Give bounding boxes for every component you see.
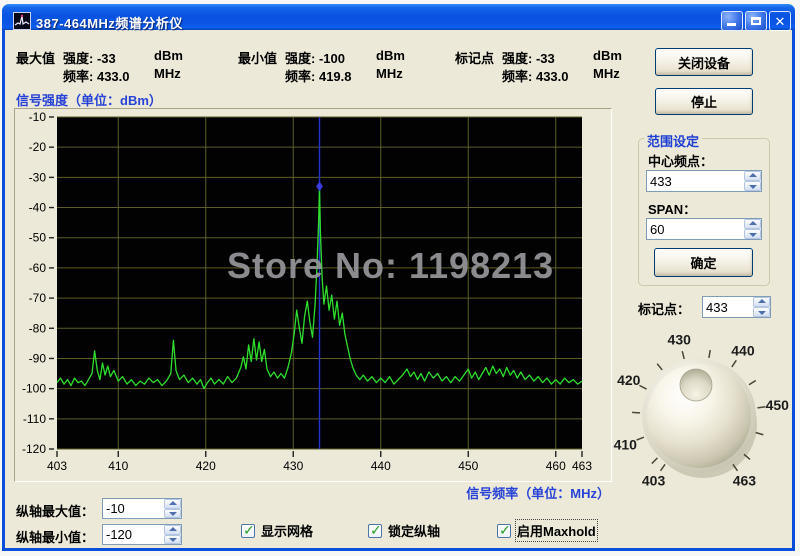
svg-text:-110: -110: [23, 412, 46, 426]
center-freq-input[interactable]: [647, 171, 744, 191]
readout-max-strength-unit: dBm: [154, 48, 183, 63]
lock-y-axis-checkbox-box[interactable]: [368, 522, 382, 539]
minimize-icon: [727, 23, 736, 26]
readout-marker-strength-unit: dBm: [593, 48, 622, 63]
show-grid-checkbox-label: 显示网格: [261, 524, 314, 539]
readout-min-strength: 强度: -100: [285, 51, 345, 66]
show-grid-checkbox-box[interactable]: [241, 522, 255, 539]
lock-y-axis-checkbox-label: 锁定纵轴: [388, 524, 441, 539]
maximize-icon: [751, 17, 761, 25]
range-group-title: 范围设定: [644, 131, 703, 150]
enable-maxhold-checkbox-box[interactable]: [497, 522, 511, 539]
svg-text:460: 460: [546, 459, 566, 473]
svg-text:420: 420: [196, 459, 216, 473]
svg-text:463: 463: [572, 459, 592, 473]
frequency-knob-dial[interactable]: 403 410 420 430 440 450 463: [599, 316, 799, 516]
svg-text:-10: -10: [29, 110, 47, 124]
stop-button[interactable]: 停止: [655, 88, 753, 115]
readout-marker-strength: 强度: -33: [502, 51, 555, 66]
x-axis-title: 信号频率（单位：MHz）: [466, 486, 610, 501]
readout-max-strength: 强度: -33: [63, 51, 116, 66]
svg-text:440: 440: [731, 342, 755, 358]
enable-maxhold-checkbox[interactable]: 启用Maxhold: [497, 519, 598, 542]
center-freq-label: 中心频点：: [648, 154, 714, 169]
lock-y-axis-checkbox[interactable]: 锁定纵轴: [368, 521, 440, 540]
y-min-label: 纵轴最小值：: [16, 530, 95, 545]
y-axis-title: 信号强度（单位：dBm）: [16, 93, 162, 108]
readout-min-freq: 频率: 419.8: [285, 69, 352, 84]
center-freq-up-button[interactable]: [744, 171, 761, 181]
y-max-input[interactable]: [103, 499, 164, 518]
svg-text:450: 450: [766, 397, 790, 413]
frequency-knob[interactable]: 403 410 420 430 440 450 463: [599, 316, 799, 516]
screenshot-root: 387-464MHz频谱分析仪 ✕ 最大值 强度: -33 dBm 频率: 43…: [0, 0, 800, 556]
close-device-button[interactable]: 关闭设备: [655, 48, 753, 76]
y-min-down-button[interactable]: [164, 534, 181, 544]
y-min-up-button[interactable]: [164, 525, 181, 535]
close-icon: ✕: [774, 13, 786, 29]
svg-text:463: 463: [733, 473, 757, 489]
app-icon: [13, 12, 31, 30]
show-grid-checkbox[interactable]: 显示网格: [241, 521, 313, 540]
svg-text:410: 410: [108, 459, 128, 473]
y-min-spinner[interactable]: [102, 524, 182, 545]
svg-text:-40: -40: [29, 201, 47, 215]
svg-text:440: 440: [371, 459, 391, 473]
svg-text:410: 410: [614, 436, 638, 452]
maximize-button[interactable]: [745, 11, 767, 31]
readout-marker-freq: 频率: 433.0: [502, 69, 569, 84]
svg-text:-90: -90: [29, 351, 47, 365]
spectrum-chart-panel: -10 -20 -30 -40 -50 -60 -70 -80 -90 -100 -110 -120 4…: [14, 108, 612, 482]
svg-text:430: 430: [283, 459, 303, 473]
minimize-button[interactable]: [721, 11, 743, 31]
y-max-down-button[interactable]: [164, 508, 181, 518]
spectrum-chart: -10-20-30-40-50-60-70-80-90-100-110-1204…: [22, 110, 592, 473]
span-label: SPAN：: [648, 202, 697, 217]
readout-min-strength-unit: dBm: [376, 48, 405, 63]
svg-text:-70: -70: [29, 291, 47, 305]
span-up-button[interactable]: [744, 219, 761, 229]
span-down-button[interactable]: [744, 229, 761, 239]
readout-max-freq: 频率: 433.0: [63, 69, 130, 84]
watermark: Store No: 1198213: [227, 245, 555, 286]
svg-text:403: 403: [642, 473, 666, 489]
readout-max-freq-unit: MHz: [154, 66, 181, 81]
svg-text:450: 450: [458, 459, 478, 473]
svg-text:-20: -20: [29, 140, 47, 154]
readout-marker-name: 标记点: [455, 51, 495, 66]
svg-text:430: 430: [668, 332, 692, 348]
y-max-up-button[interactable]: [164, 499, 181, 509]
svg-text:-60: -60: [29, 261, 47, 275]
enable-maxhold-checkbox-label: 启用Maxhold: [515, 519, 598, 542]
center-freq-down-button[interactable]: [744, 181, 761, 191]
svg-text:-50: -50: [29, 231, 47, 245]
svg-text:-80: -80: [29, 321, 47, 335]
readout-marker-freq-unit: MHz: [593, 66, 620, 81]
svg-text:-30: -30: [29, 170, 47, 184]
close-button[interactable]: ✕: [769, 11, 791, 31]
svg-text:-120: -120: [22, 442, 46, 456]
svg-text:-100: -100: [22, 382, 46, 396]
span-input[interactable]: [647, 219, 744, 239]
svg-text:403: 403: [47, 459, 67, 473]
readout-min-freq-unit: MHz: [376, 66, 403, 81]
ok-button[interactable]: 确定: [654, 248, 753, 277]
window-title: 387-464MHz频谱分析仪: [36, 16, 183, 31]
marker-point-spinner[interactable]: [702, 296, 771, 318]
knob-indicator-dimple: [679, 368, 713, 402]
title-bar[interactable]: 387-464MHz频谱分析仪 ✕: [2, 4, 795, 31]
y-min-input[interactable]: [103, 525, 164, 544]
span-spinner[interactable]: [646, 218, 762, 240]
svg-text:420: 420: [617, 372, 641, 388]
readout-max-name: 最大值: [16, 51, 56, 66]
marker-up-button[interactable]: [753, 297, 770, 307]
center-freq-spinner[interactable]: [646, 170, 762, 192]
readout-min-name: 最小值: [238, 51, 278, 66]
marker-point-input[interactable]: [703, 297, 753, 317]
y-max-label: 纵轴最大值：: [16, 504, 95, 519]
y-max-spinner[interactable]: [102, 498, 182, 519]
